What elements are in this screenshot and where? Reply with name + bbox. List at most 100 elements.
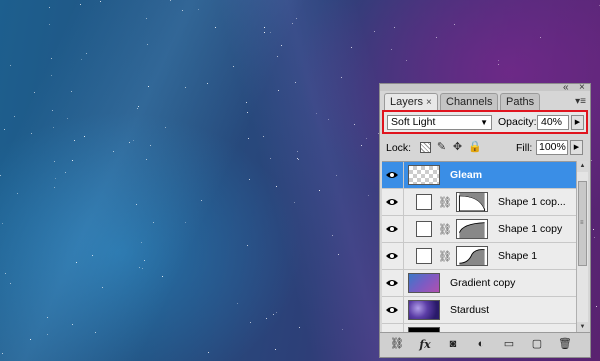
- visibility-toggle[interactable]: [382, 243, 404, 269]
- star-speck: [10, 283, 11, 284]
- add-mask-icon[interactable]: ◙: [446, 338, 460, 351]
- collapse-icon[interactable]: «: [563, 82, 569, 93]
- fill-input[interactable]: 100%: [536, 140, 568, 155]
- star-speck: [361, 145, 362, 146]
- star-speck: [297, 151, 298, 152]
- opacity-slider-button[interactable]: ▶: [571, 115, 584, 130]
- blend-mode-select[interactable]: Soft Light ▼: [387, 115, 492, 130]
- star-speck: [34, 92, 35, 93]
- new-layer-icon[interactable]: ▢: [530, 338, 544, 351]
- layer-scrollbar[interactable]: ▲ ≡ ▼: [576, 161, 588, 333]
- star-speck: [328, 119, 329, 120]
- star-speck: [100, 1, 101, 2]
- star-speck: [142, 268, 143, 269]
- lock-all-icon[interactable]: 🔒: [468, 142, 482, 153]
- grip-icon: ≡: [580, 220, 584, 226]
- panel-footer: ⛓ fx ◙ ◐ ▭ ▢ 🗑: [380, 332, 590, 357]
- trash-icon[interactable]: 🗑: [558, 338, 572, 351]
- star-speck: [294, 202, 295, 203]
- star-speck: [591, 160, 592, 161]
- star-speck: [31, 133, 32, 134]
- star-speck: [4, 129, 5, 130]
- star-speck: [596, 306, 597, 307]
- fill-slider-button[interactable]: ▶: [570, 140, 583, 155]
- star-speck: [406, 60, 407, 61]
- layer-list: Gleam ⛓ Shape 1 cop... ⛓ Shape 1 copy ⛓ …: [382, 161, 576, 334]
- star-speck: [299, 327, 300, 328]
- layer-row[interactable]: ⛓ Shape 1 cop...: [382, 189, 576, 216]
- tab-channels-label: Channels: [446, 96, 493, 108]
- fill-value: 100%: [539, 141, 566, 153]
- lock-transparent-icon[interactable]: [420, 142, 431, 153]
- tab-layers[interactable]: Layers ×: [384, 93, 438, 110]
- visibility-toggle[interactable]: [382, 297, 404, 323]
- scroll-up-icon[interactable]: ▲: [577, 161, 588, 172]
- star-speck: [250, 322, 251, 323]
- star-speck: [281, 45, 282, 46]
- star-speck: [368, 195, 369, 196]
- eye-icon: [386, 253, 398, 259]
- fx-icon[interactable]: fx: [418, 338, 432, 351]
- visibility-toggle[interactable]: [382, 270, 404, 296]
- star-speck: [92, 255, 93, 256]
- chain-link-icon[interactable]: ⛓: [438, 196, 452, 209]
- tab-channels[interactable]: Channels: [440, 93, 498, 110]
- layers-panel: « × Layers × Channels Paths ▾≡ Soft Light…: [379, 82, 591, 358]
- star-speck: [249, 179, 250, 180]
- lock-brush-icon[interactable]: ✎: [436, 142, 447, 153]
- adjustment-layer-icon[interactable]: ◐: [474, 338, 488, 351]
- panel-title-bar[interactable]: [380, 84, 590, 91]
- star-speck: [84, 136, 85, 137]
- layer-row[interactable]: ⛓ Shape 1 copy: [382, 216, 576, 243]
- star-speck: [298, 159, 299, 160]
- layer-row[interactable]: ⛓ Shape 1: [382, 243, 576, 270]
- star-speck: [138, 106, 139, 107]
- visibility-toggle[interactable]: [382, 162, 404, 188]
- visibility-toggle[interactable]: [382, 216, 404, 242]
- layer-row[interactable]: Gradient copy: [382, 270, 576, 297]
- star-speck: [67, 118, 68, 119]
- new-group-icon[interactable]: ▭: [502, 338, 516, 351]
- link-layers-icon[interactable]: ⛓: [390, 338, 404, 351]
- star-speck: [49, 24, 50, 25]
- star-speck: [170, 0, 171, 1]
- panel-menu-icon[interactable]: ▾≡: [575, 96, 586, 107]
- star-speck: [185, 87, 186, 88]
- star-speck: [201, 200, 202, 201]
- star-speck: [336, 175, 337, 176]
- layer-row[interactable]: Gleam: [382, 162, 576, 189]
- scrollbar-thumb[interactable]: ≡: [578, 181, 587, 266]
- lock-bar: Lock: ✎ ✥ 🔒 Fill: 100% ▶: [380, 137, 590, 159]
- star-speck: [47, 317, 48, 318]
- star-speck: [264, 27, 265, 28]
- layer-thumbnail: [416, 248, 432, 264]
- tab-close-icon[interactable]: ×: [426, 97, 432, 108]
- star-speck: [275, 349, 276, 350]
- star-speck: [270, 158, 271, 159]
- star-speck: [52, 110, 53, 111]
- layer-name: Shape 1 copy: [498, 223, 563, 235]
- star-speck: [137, 108, 138, 109]
- star-speck: [247, 245, 248, 246]
- star-speck: [391, 49, 392, 50]
- panel-close-icon[interactable]: ×: [579, 82, 585, 93]
- star-speck: [51, 75, 52, 76]
- chain-link-icon[interactable]: ⛓: [438, 223, 452, 236]
- tab-paths[interactable]: Paths: [500, 93, 540, 110]
- star-speck: [342, 329, 343, 330]
- star-speck: [148, 86, 149, 87]
- visibility-toggle[interactable]: [382, 189, 404, 215]
- opacity-input[interactable]: 40%: [537, 115, 569, 130]
- layer-thumbnail: [416, 194, 432, 210]
- lock-label: Lock:: [386, 142, 412, 154]
- layer-name: Shape 1 cop...: [498, 196, 566, 208]
- star-speck: [540, 37, 541, 38]
- star-speck: [182, 10, 183, 11]
- lock-move-icon[interactable]: ✥: [452, 142, 463, 153]
- chain-link-icon[interactable]: ⛓: [438, 250, 452, 263]
- star-speck: [394, 27, 395, 28]
- star-speck: [237, 303, 238, 304]
- layer-row[interactable]: Stardust: [382, 297, 576, 324]
- star-speck: [278, 90, 279, 91]
- vector-mask-thumbnail: [456, 246, 488, 266]
